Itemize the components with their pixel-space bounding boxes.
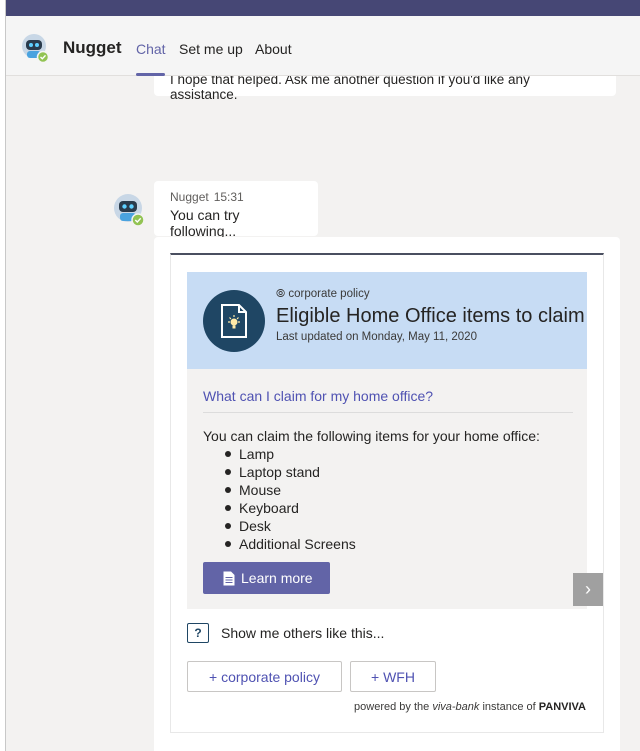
question-mark-icon: ? [187, 623, 209, 643]
bot-message-bubble: Nugget 15:31 You can try following... [154, 181, 318, 239]
document-icon [223, 571, 235, 585]
list-item: Desk [223, 517, 356, 535]
powered-prefix: powered by the [354, 701, 430, 713]
message-text: You can try following... [170, 207, 240, 239]
message-sender: Nugget [170, 190, 209, 204]
chip-corporate-policy[interactable]: + corporate policy [187, 661, 342, 692]
app-header: Nugget Chat Set me up About [6, 16, 640, 76]
policy-tag-label: corporate policy [288, 288, 370, 300]
previous-message-bubble: I hope that helped. Ask me another quest… [154, 76, 616, 102]
list-item: Lamp [223, 445, 356, 463]
list-item: Keyboard [223, 499, 356, 517]
message-time: 15:31 [213, 190, 244, 204]
list-item: Laptop stand [223, 463, 356, 481]
card-question: What can I claim for my home office? [203, 388, 434, 404]
tab-chat[interactable]: Chat [136, 41, 166, 57]
question-divider [203, 412, 573, 413]
bot-avatar-icon [114, 194, 145, 227]
policy-tag: ⦾ corporate policy [276, 288, 370, 301]
last-updated: Last updated on Monday, May 11, 2020 [276, 331, 477, 343]
policy-card: ⦾ corporate policy Eligible Home Office … [170, 253, 604, 733]
card-intro: You can claim the following items for yo… [203, 428, 540, 444]
claimable-items-list: Lamp Laptop stand Mouse Keyboard Desk Ad… [223, 445, 356, 554]
powered-by: powered by the viva-bank instance of PAN… [354, 701, 586, 713]
chat-pane[interactable]: I hope that helped. Ask me another quest… [6, 76, 640, 751]
app-name: Nugget [63, 38, 122, 57]
carousel-next-button[interactable]: › [573, 573, 603, 606]
target-icon: ⦾ [276, 288, 286, 300]
card-header: ⦾ corporate policy Eligible Home Office … [187, 272, 587, 369]
powered-instance: viva-bank [432, 701, 480, 713]
adaptive-card-bubble: ⦾ corporate policy Eligible Home Office … [154, 237, 620, 751]
previous-message-text: I hope that helped. Ask me another quest… [170, 76, 530, 102]
card-title: Eligible Home Office items to claim [276, 305, 585, 327]
chip-wfh[interactable]: + WFH [350, 661, 436, 692]
title-bar [6, 0, 640, 16]
tab-about[interactable]: About [255, 41, 292, 57]
powered-brand: PANVIVA [538, 701, 586, 713]
chevron-right-icon: › [585, 579, 591, 599]
show-others-label: Show me others like this... [221, 625, 385, 641]
powered-middle: instance of [482, 701, 536, 713]
show-others-link[interactable]: ? Show me others like this... [187, 623, 384, 643]
card-body: What can I claim for my home office? You… [187, 369, 587, 609]
tab-set-me-up[interactable]: Set me up [179, 41, 243, 57]
document-lightbulb-icon [203, 290, 265, 352]
list-item: Additional Screens [223, 535, 356, 553]
learn-more-label: Learn more [241, 570, 313, 586]
learn-more-button[interactable]: Learn more [203, 562, 330, 594]
robot-icon[interactable] [20, 32, 50, 64]
message-meta: Nugget 15:31 [170, 190, 302, 204]
list-item: Mouse [223, 481, 356, 499]
